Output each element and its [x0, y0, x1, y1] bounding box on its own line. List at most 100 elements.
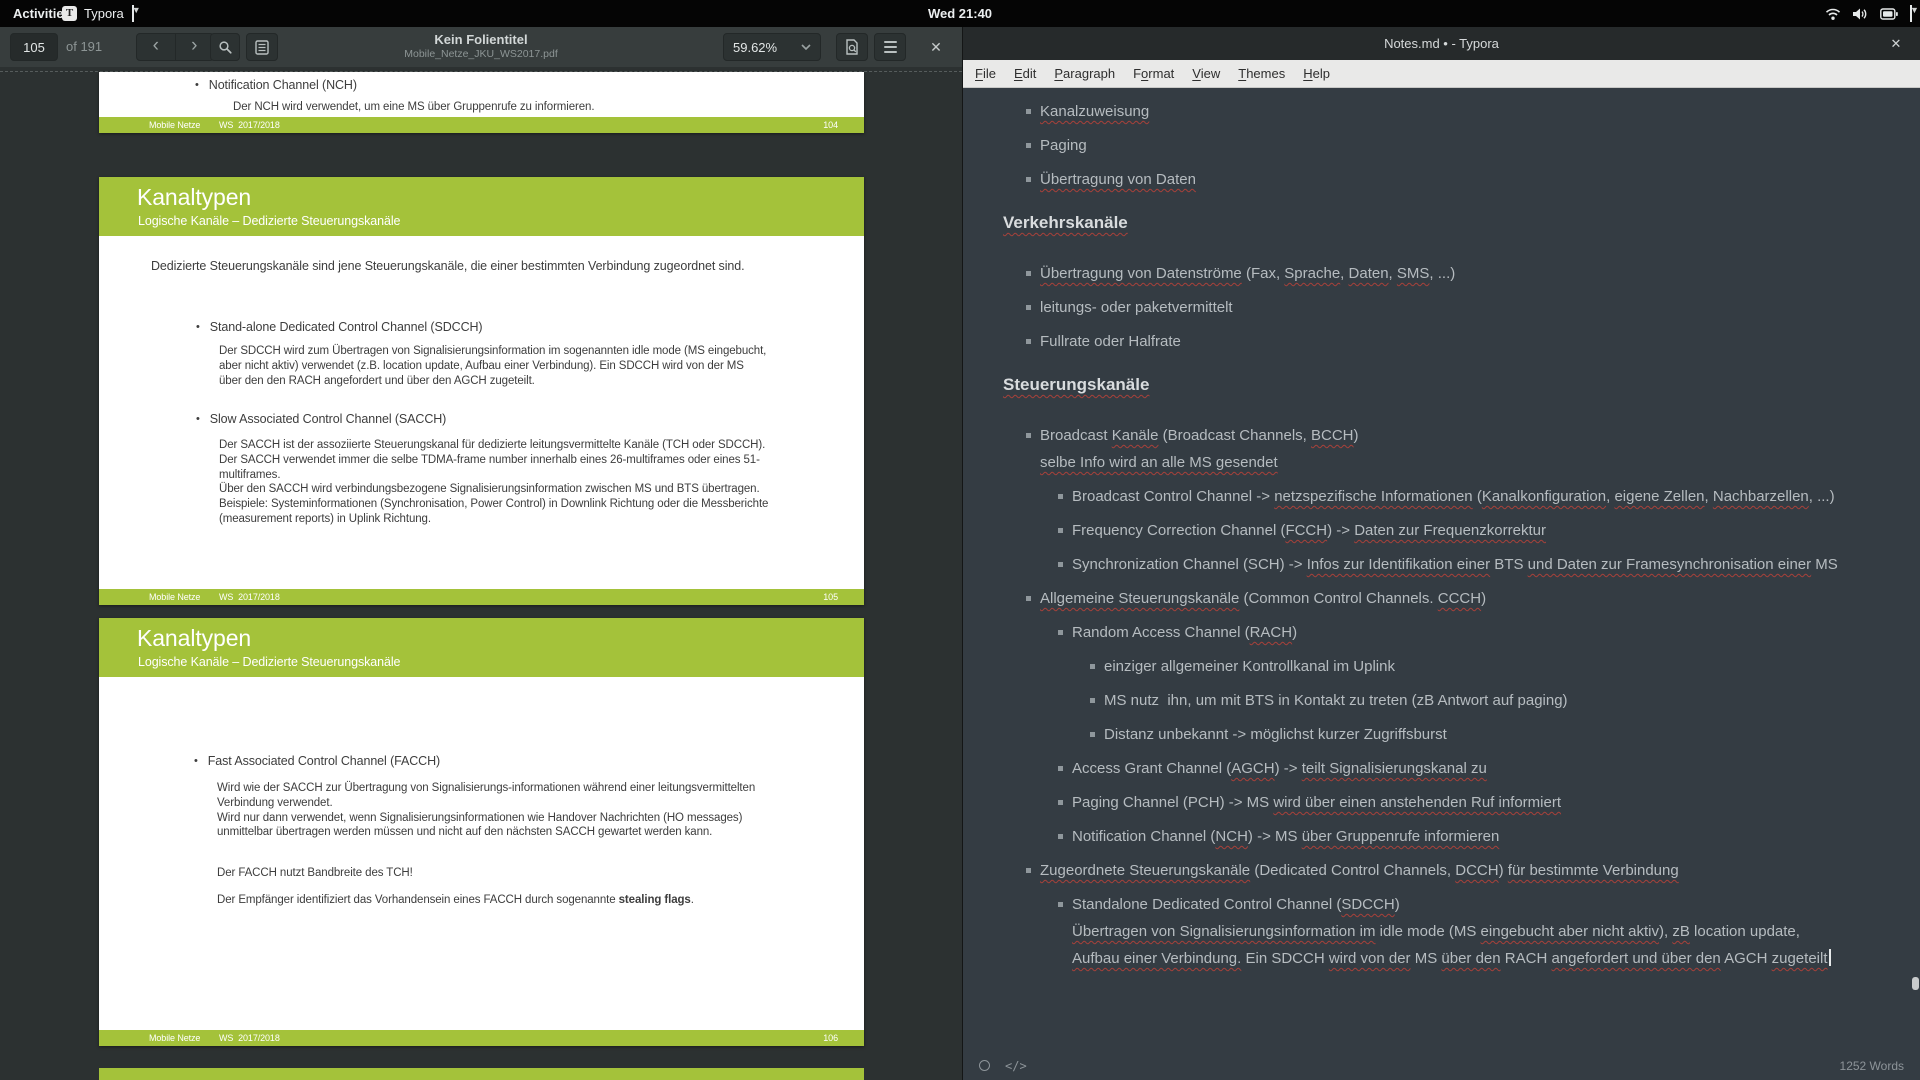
editor-line[interactable]: Fullrate oder Halfrate — [1003, 328, 1920, 355]
typora-titlebar[interactable]: Notes.md • - Typora ✕ — [963, 27, 1920, 60]
markdown-editor[interactable]: Kanalzuweisung Paging Übertragung von Date… — [963, 88, 1920, 1052]
text-segment: MS — [1811, 556, 1838, 573]
next-page-button[interactable]: › — [176, 34, 214, 60]
editor-line[interactable]: leitungs- oder paketvermittelt — [1003, 294, 1920, 321]
slide-paragraph-text: Über den SACCH wird verbindungsbezogene … — [219, 483, 768, 525]
slide-title: Kanaltypen — [137, 184, 251, 211]
misspelled-word: Kanalzuweisung — [1040, 103, 1149, 120]
misspelled-word: AGCH — [1231, 760, 1274, 777]
editor-line[interactable]: einziger allgemeiner Kontrollkanal im Up… — [1003, 653, 1920, 680]
text-segment: Paging Channel (PCH) -> MS — [1072, 794, 1273, 811]
menu-file[interactable]: File — [966, 60, 1005, 87]
system-status-area[interactable]: ▼ — [1825, 0, 1912, 27]
slide-paragraph: Der NCH wird verwendet, um eine MS über … — [233, 100, 793, 115]
document-filename: Mobile_Netze_JKU_WS2017.pdf — [271, 48, 691, 61]
menu-help[interactable]: Help — [1294, 60, 1339, 87]
editor-line[interactable]: Kanalzuweisung — [1003, 98, 1920, 125]
misspelled-word: SMS — [1397, 265, 1430, 282]
editor-line[interactable]: Distanz unbekannt -> möglichst kurzer Zu… — [1003, 721, 1920, 748]
outline-toggle-icon[interactable] — [979, 1060, 990, 1071]
editor-scrollbar-thumb[interactable] — [1912, 977, 1919, 990]
previous-page-button[interactable]: ‹ — [137, 34, 176, 60]
footer-term: WS 2017/2018 — [219, 1030, 280, 1046]
menu-edit[interactable]: Edit — [1005, 60, 1045, 87]
editor-line[interactable]: Random Access Channel (RACH) — [1003, 619, 1920, 646]
hamburger-menu-button[interactable] — [874, 33, 906, 61]
menu-format[interactable]: Format — [1124, 60, 1183, 87]
editor-line[interactable]: Aufbau einer Verbindung. Ein SDCCH wird … — [1003, 945, 1920, 972]
menu-view[interactable]: View — [1183, 60, 1229, 87]
pdf-window-close-button[interactable]: ✕ — [922, 34, 950, 60]
app-menu-button[interactable]: T Typora ▼ — [62, 0, 134, 27]
typora-app-icon: T — [62, 6, 77, 21]
text-segment: ) — [1292, 624, 1297, 641]
menu-paragraph[interactable]: Paragraph — [1045, 60, 1124, 87]
editor-heading[interactable]: Steuerungskanäle — [1003, 371, 1920, 398]
slide-paragraph: Der SDCCH wird zum Übertragen von Signal… — [219, 344, 767, 388]
text-segment: Fullrate oder Halfrate — [1040, 333, 1181, 350]
editor-line[interactable]: Übertragen von Signalisierungsinformatio… — [1003, 918, 1920, 945]
misspelled-word: Daten — [1349, 265, 1389, 282]
text-segment: ) -> MS — [1248, 828, 1302, 845]
misspelled-word: Verkehrskanäle — [1003, 213, 1128, 232]
misspelled-word: Aufbau einer Verbindung. — [1072, 950, 1241, 967]
footer-page-number: 104 — [823, 117, 838, 133]
page-number-input[interactable]: 105 — [10, 33, 58, 61]
clock[interactable]: Wed 21:40 — [928, 0, 992, 27]
misspelled-word: SDCCH — [1341, 896, 1394, 913]
typora-window-title: Notes.md • - Typora — [963, 27, 1920, 60]
text-segment: location update, — [1690, 923, 1800, 940]
word-count[interactable]: 1252 Words — [1840, 1052, 1904, 1080]
editor-line[interactable]: Access Grant Channel (AGCH) -> teilt Sig… — [1003, 755, 1920, 782]
menu-themes[interactable]: Themes — [1229, 60, 1294, 87]
misspelled-word: BCCH — [1311, 427, 1354, 444]
chevron-down-icon — [801, 44, 811, 50]
editor-line[interactable]: Broadcast Control Channel -> netzspezifi… — [1003, 483, 1920, 510]
slide-bullet: Stand-alone Dedicated Control Channel (S… — [196, 320, 483, 334]
editor-line[interactable]: Zugeordnete Steuerungskanäle (Dedicated … — [1003, 857, 1920, 884]
editor-heading[interactable]: Verkehrskanäle — [1003, 209, 1920, 236]
search-button[interactable] — [210, 33, 240, 61]
editor-line[interactable]: Paging Channel (PCH) -> MS wird über ein… — [1003, 789, 1920, 816]
typora-close-button[interactable]: ✕ — [1882, 27, 1910, 60]
editor-line[interactable]: Notification Channel (NCH) -> MS über Gr… — [1003, 823, 1920, 850]
pdf-page-area[interactable]: Notification Channel (NCH) Der NCH wird … — [0, 67, 962, 1080]
document-title-text: Kein Folientitel — [271, 31, 691, 48]
editor-line[interactable]: Übertragung von Daten — [1003, 166, 1920, 193]
slide-footer: Mobile Netze WS 2017/2018 104 — [99, 117, 864, 133]
page-total-label: of 191 — [66, 33, 102, 61]
hamburger-icon — [884, 41, 897, 43]
document-title: Kein Folientitel Mobile_Netze_JKU_WS2017… — [271, 31, 691, 61]
editor-line[interactable]: Übertragung von Datenströme (Fax, Sprach… — [1003, 260, 1920, 287]
misspelled-word: Übertragung von Daten — [1040, 171, 1196, 188]
misspelled-word: RACH — [1250, 624, 1293, 641]
editor-line[interactable]: MS nutz ihn, um mit BTS in Kontakt zu tr… — [1003, 687, 1920, 714]
slide-paragraph-text: Der Empfänger identifiziert das Vorhande… — [217, 894, 619, 906]
source-code-mode-icon[interactable]: </> — [1005, 1052, 1027, 1080]
misspelled-word: Daten zur Frequenzkorrektur — [1354, 522, 1546, 539]
misspelled-word: Sprache — [1284, 265, 1340, 282]
gnome-top-bar: Activities T Typora ▼ Wed 21:40 ▼ — [0, 0, 1920, 27]
misspelled-word: für bestimmte Verbindung — [1508, 862, 1679, 879]
misspelled-word: FCCH — [1285, 522, 1327, 539]
slide-107-partial — [99, 1068, 864, 1080]
text-segment: MS nutz ihn, um mit BTS in Kontakt zu tr… — [1104, 692, 1568, 709]
slide-paragraph-text: Wird wie der SACCH zur Übertragung von S… — [217, 782, 755, 809]
editor-line[interactable]: Paging — [1003, 132, 1920, 159]
editor-line[interactable]: Standalone Dedicated Control Channel (SD… — [1003, 891, 1920, 918]
editor-line[interactable]: Synchronization Channel (SCH) -> Infos z… — [1003, 551, 1920, 578]
slide-footer: Mobile Netze WS 2017/2018 105 — [99, 589, 864, 605]
zoom-fit-page-button[interactable] — [836, 33, 868, 61]
misspelled-word: angefordert und über den — [1551, 950, 1720, 967]
editor-line[interactable]: selbe Info wird an alle MS gesendet — [1003, 449, 1920, 476]
text-segment: MS — [1411, 950, 1442, 967]
text-segment: Distanz unbekannt -> möglichst kurzer Zu… — [1104, 726, 1447, 743]
zoom-level-dropdown[interactable]: 59.62% — [723, 33, 821, 61]
editor-line[interactable]: Broadcast Kanäle (Broadcast Channels, BC… — [1003, 422, 1920, 449]
text-segment: idle mode (MS — [1376, 923, 1481, 940]
editor-line[interactable]: Allgemeine Steuerungskanäle (Common Cont… — [1003, 585, 1920, 612]
text-segment: , — [1340, 265, 1348, 282]
slide-106: Kanaltypen Logische Kanäle – Dedizierte … — [99, 618, 864, 1046]
search-icon — [218, 40, 233, 55]
editor-line[interactable]: Frequency Correction Channel (FCCH) -> D… — [1003, 517, 1920, 544]
